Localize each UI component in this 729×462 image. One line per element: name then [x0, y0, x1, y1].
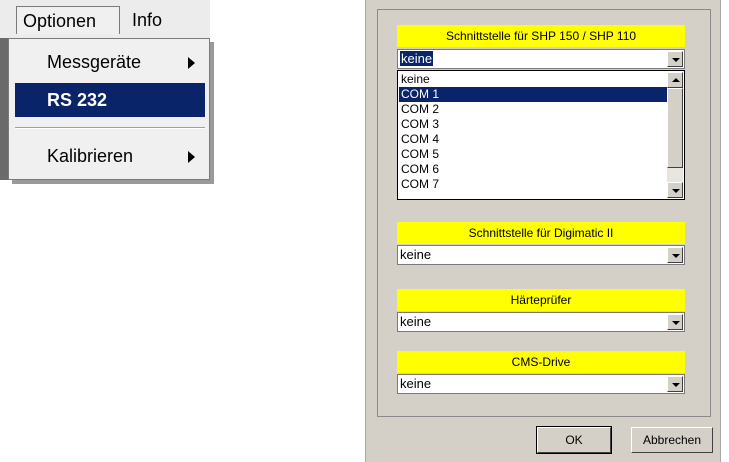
menu-item-label: RS 232: [47, 90, 108, 110]
list-item[interactable]: COM 7: [399, 177, 667, 192]
menu-item-rs232[interactable]: RS 232: [15, 83, 205, 117]
dropdown-arrow-icon[interactable]: [667, 376, 683, 392]
scroll-thumb[interactable]: [667, 88, 683, 168]
list-item[interactable]: COM 6: [399, 162, 667, 177]
scroll-up-icon[interactable]: [667, 72, 683, 88]
dropdown-arrow-icon[interactable]: [667, 314, 683, 330]
list-scrollbar[interactable]: [667, 72, 683, 198]
menu-item-kalibrieren[interactable]: Kalibrieren: [15, 139, 205, 173]
section-header-shp: Schnittstelle für SHP 150 / SHP 110: [397, 25, 685, 47]
cancel-button[interactable]: Abbrechen: [631, 427, 713, 453]
shp-port-select[interactable]: keine: [397, 49, 685, 69]
menu-info[interactable]: Info: [128, 6, 166, 34]
list-item-selected[interactable]: COM 1: [399, 87, 667, 102]
cms-drive-port-select[interactable]: keine: [397, 374, 685, 394]
combo-value: keine: [400, 51, 434, 66]
section-header-haertepruefer: Härteprüfer: [397, 289, 685, 311]
combo-value: keine: [400, 247, 432, 262]
menu-item-label: Kalibrieren: [47, 146, 134, 166]
rs232-dialog: Schnittstelle für SHP 150 / SHP 110 kein…: [365, 0, 721, 462]
submenu-arrow-icon: [188, 151, 195, 163]
section-header-cms-drive: CMS-Drive: [397, 351, 685, 373]
section-header-digimatic: Schnittstelle für Digimatic II: [397, 222, 685, 244]
combo-value: keine: [400, 376, 432, 391]
menu-optionen[interactable]: Optionen: [16, 6, 120, 34]
list-item[interactable]: COM 3: [399, 117, 667, 132]
window-edge: [0, 38, 8, 180]
list-item[interactable]: COM 2: [399, 102, 667, 117]
list-item[interactable]: keine: [399, 72, 667, 87]
ok-button[interactable]: OK: [536, 426, 612, 454]
submenu-arrow-icon: [188, 57, 195, 69]
haertepruefer-port-select[interactable]: keine: [397, 312, 685, 332]
menu-item-label: Messgeräte: [47, 52, 142, 72]
menu-bar: Optionen Info: [0, 0, 210, 39]
dropdown-arrow-icon[interactable]: [667, 51, 683, 67]
dropdown-arrow-icon[interactable]: [667, 247, 683, 263]
menu-separator: [15, 127, 205, 129]
digimatic-port-select[interactable]: keine: [397, 245, 685, 265]
shp-port-list[interactable]: keine COM 1 COM 2 COM 3 COM 4 COM 5 COM …: [397, 70, 685, 200]
optionen-dropdown: Messgeräte RS 232 Kalibrieren: [8, 38, 210, 180]
list-item[interactable]: COM 4: [399, 132, 667, 147]
scroll-down-icon[interactable]: [667, 182, 683, 198]
list-item[interactable]: COM 5: [399, 147, 667, 162]
combo-value: keine: [400, 314, 432, 329]
menu-item-messgeraete[interactable]: Messgeräte: [15, 45, 205, 79]
